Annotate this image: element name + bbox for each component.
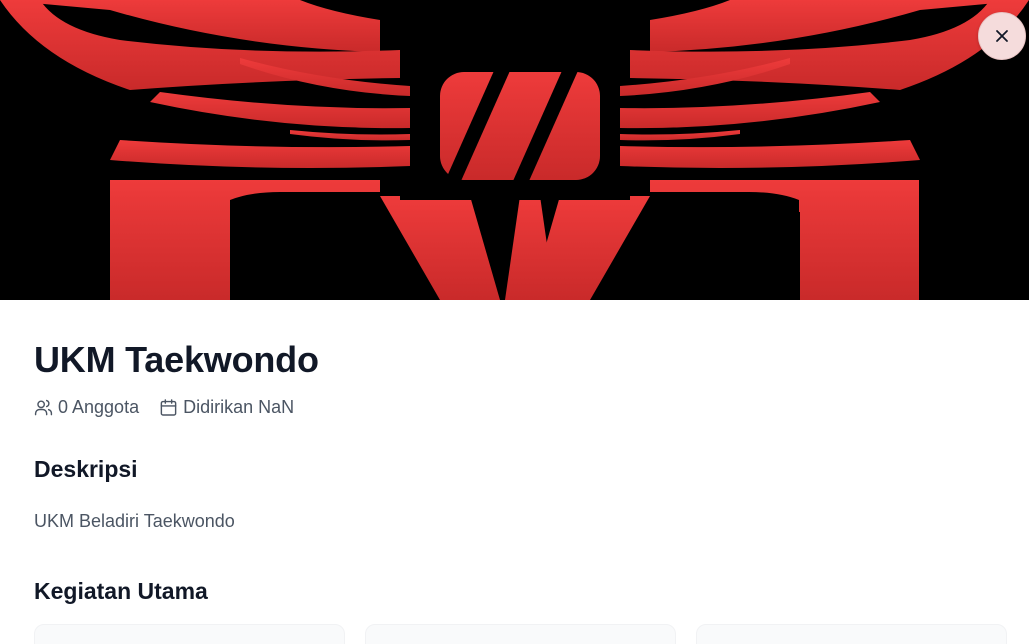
members-count: 0 Anggota xyxy=(34,397,139,418)
activities-card-list xyxy=(34,624,1007,644)
club-detail-modal: UKM Taekwondo 0 Anggota Didirikan NaN De… xyxy=(0,0,1029,644)
club-banner-image xyxy=(0,0,1029,300)
founded-date: Didirikan NaN xyxy=(159,397,294,418)
description-text: UKM Beladiri Taekwondo xyxy=(34,511,235,531)
club-meta-row: 0 Anggota Didirikan NaN xyxy=(34,395,1004,419)
taekwondo-logo xyxy=(0,0,1029,300)
activity-card xyxy=(696,624,1007,644)
activity-card xyxy=(365,624,676,644)
activity-card xyxy=(34,624,345,644)
close-icon xyxy=(996,30,1008,42)
founded-label: Didirikan NaN xyxy=(183,396,295,417)
members-label: 0 Anggota xyxy=(58,396,140,417)
close-button[interactable] xyxy=(978,12,1026,60)
users-icon xyxy=(34,399,53,415)
activities-heading: Kegiatan Utama xyxy=(34,578,208,604)
description-heading: Deskripsi xyxy=(34,456,138,482)
club-name-heading: UKM Taekwondo xyxy=(34,339,319,380)
calendar-icon xyxy=(160,398,177,416)
club-detail-content: UKM Taekwondo 0 Anggota Didirikan NaN De… xyxy=(34,300,1004,605)
